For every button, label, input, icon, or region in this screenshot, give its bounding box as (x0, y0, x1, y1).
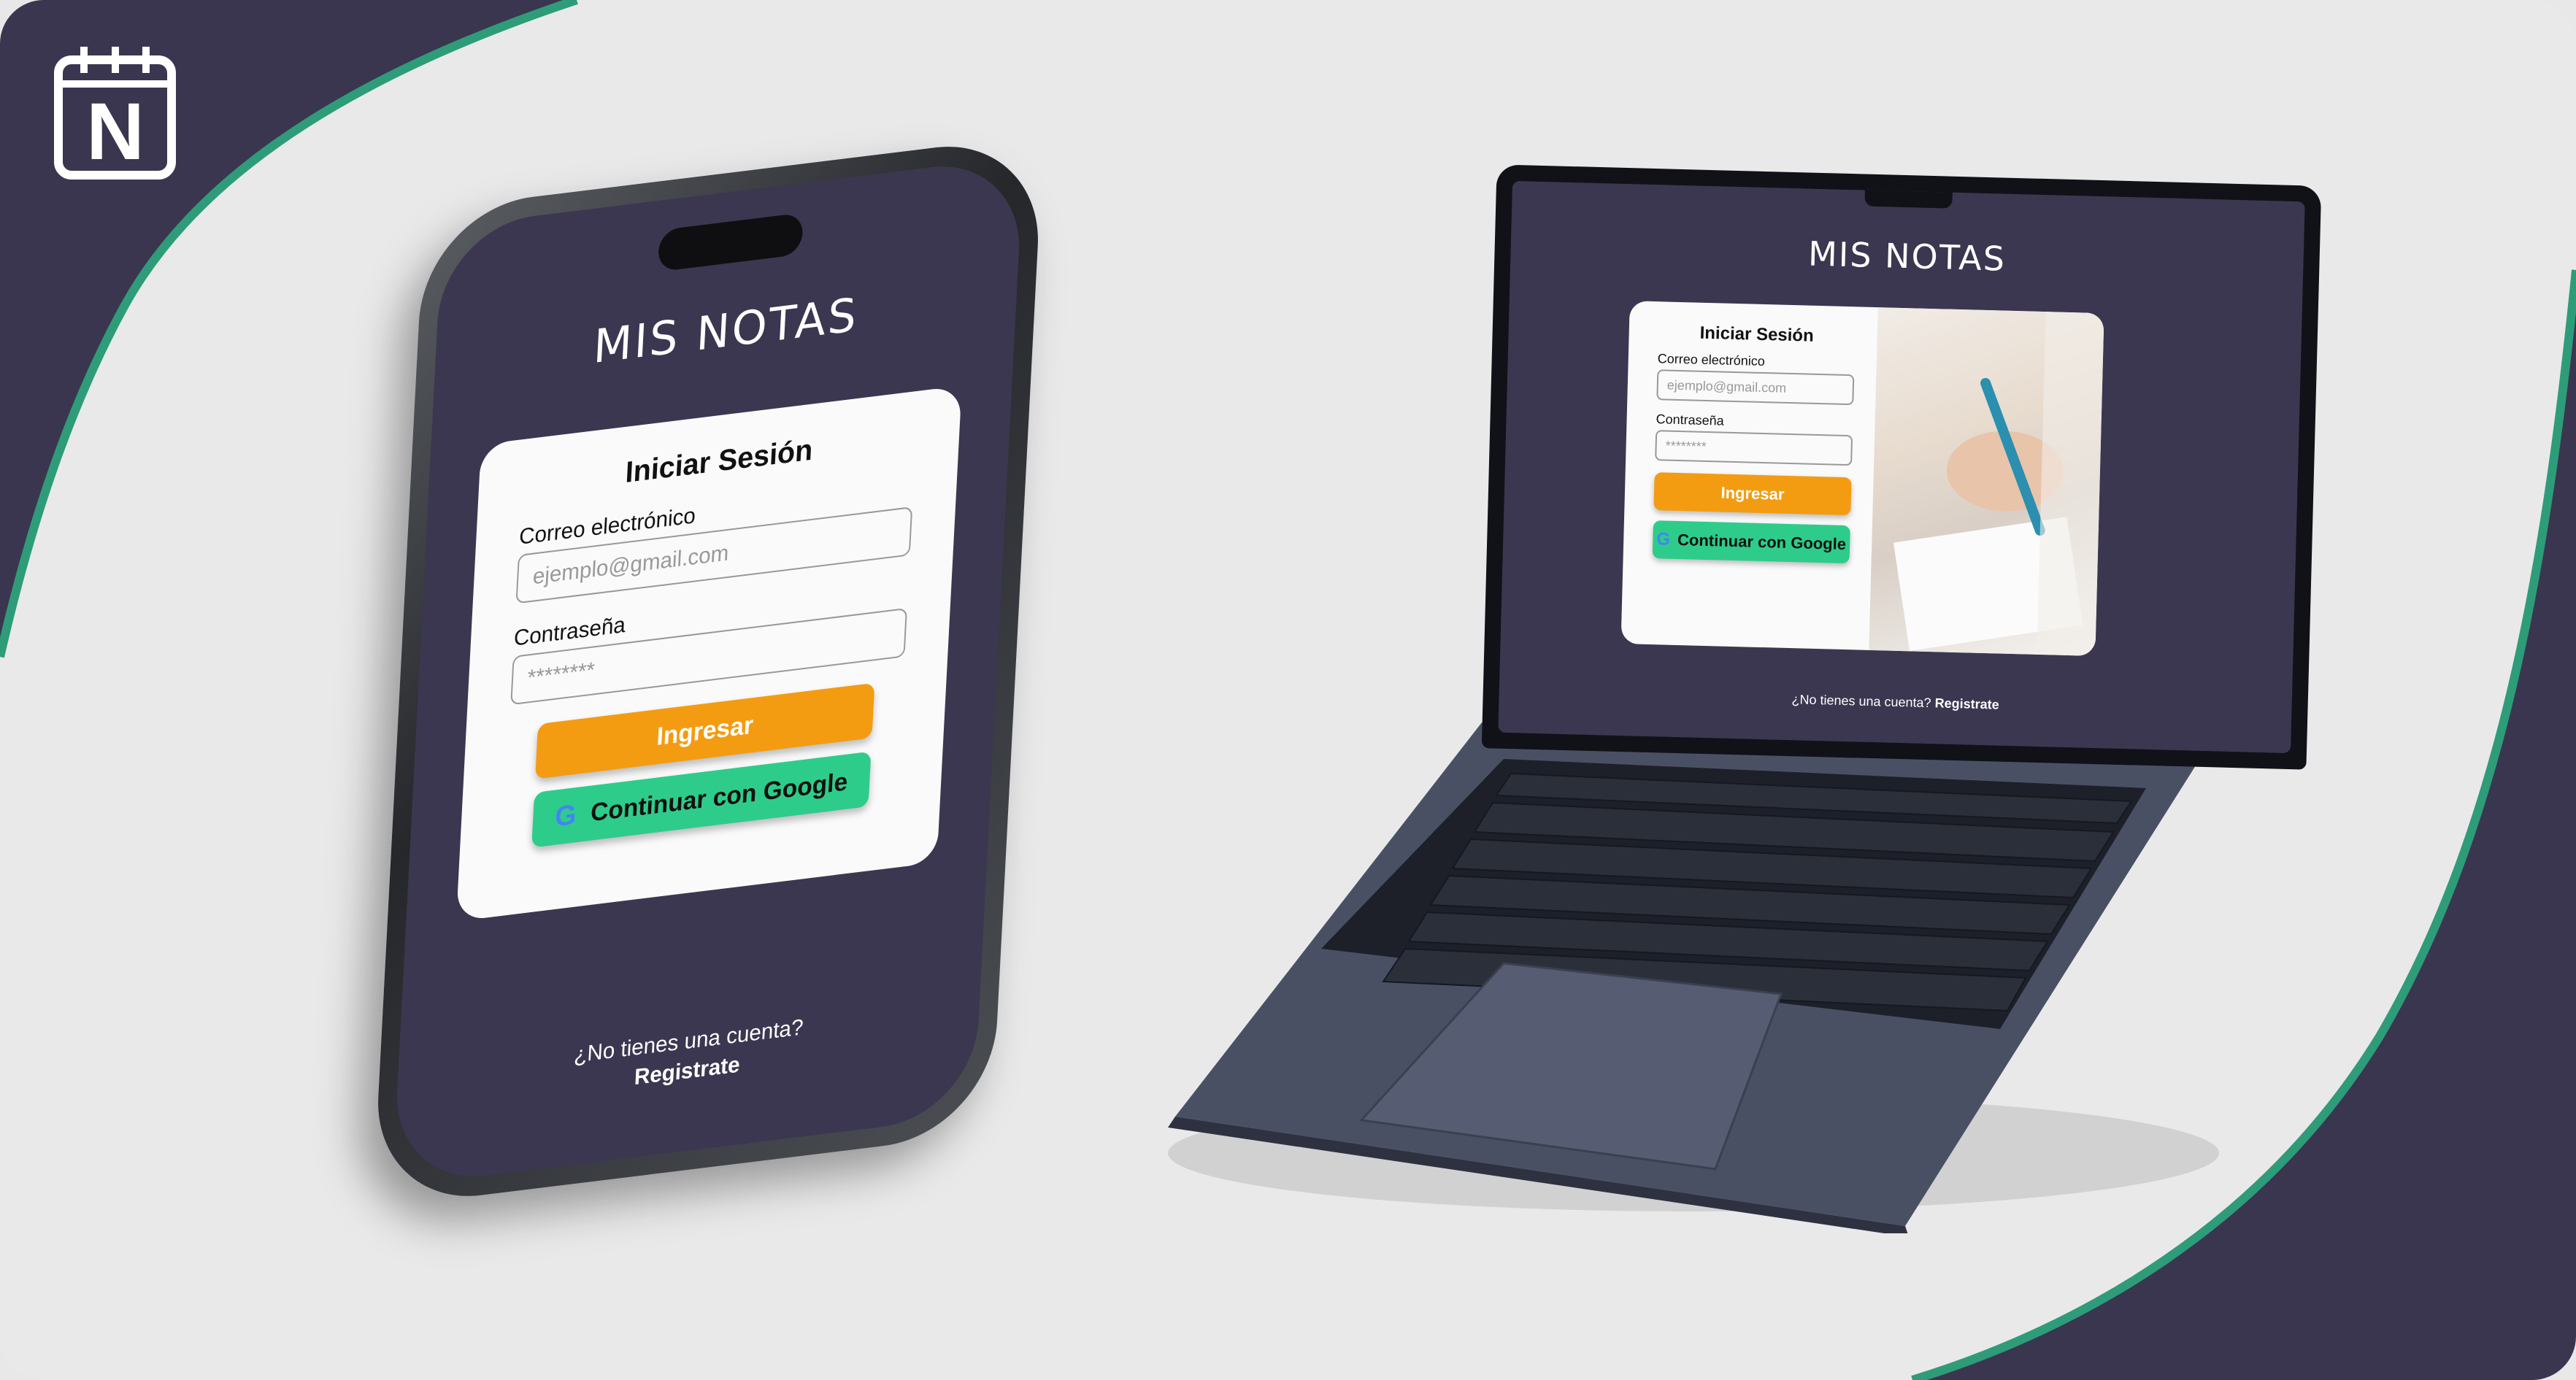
app-title: MIS NOTAS (592, 287, 860, 374)
notebook-calendar-icon: N (54, 47, 176, 180)
promo-canvas: N MIS NOTAS Iniciar Sesión Correo electr… (0, 0, 2576, 1380)
email-label: Correo electrónico (1657, 351, 1766, 369)
laptop-base (1168, 722, 2204, 1233)
login-card: Iniciar Sesión Correo electrónico ejempl… (1620, 301, 2104, 657)
hand-writing-illustration (1893, 312, 2104, 657)
password-label: Contraseña (1656, 412, 1724, 428)
password-field[interactable]: ******** (1655, 430, 1853, 466)
password-placeholder: ******** (1665, 438, 1707, 454)
phone-mockup: MIS NOTAS Iniciar Sesión Correo electrón… (372, 134, 1044, 1209)
submit-label: Ingresar (655, 710, 754, 751)
laptop-screen: MIS NOTAS Iniciar Sesión Correo electrón… (1498, 180, 2305, 754)
google-label: Continuar con Google (590, 767, 849, 828)
email-field[interactable]: ejemplo@gmail.com (1656, 369, 1855, 406)
signup-footer: ¿No tienes una cuenta? Registrate (396, 993, 980, 1119)
laptop-mockup: MIS NOTAS Iniciar Sesión Correo electrón… (1481, 164, 2322, 770)
login-card: Iniciar Sesión Correo electrónico ejempl… (455, 385, 962, 922)
logo-letter: N (86, 87, 144, 177)
email-placeholder: ejemplo@gmail.com (532, 540, 730, 590)
camera-notch (1864, 188, 1953, 209)
app-title: MIS NOTAS (1807, 234, 2007, 279)
login-form: Iniciar Sesión Correo electrónico ejempl… (1621, 301, 1885, 650)
writing-photo (1869, 307, 2104, 657)
phone-screen: MIS NOTAS Iniciar Sesión Correo electrón… (392, 155, 1024, 1187)
google-button[interactable]: G Continuar con Google (1652, 520, 1850, 564)
signup-link[interactable]: Registrate (1934, 695, 1999, 712)
google-label: Continuar con Google (1677, 531, 1847, 554)
google-g-icon: G (1656, 529, 1671, 550)
password-placeholder: ******** (526, 658, 596, 691)
email-placeholder: ejemplo@gmail.com (1666, 377, 1787, 396)
signup-question: ¿No tienes una cuenta? (1791, 692, 1931, 711)
signup-footer: ¿No tienes una cuenta? Registrate (1499, 685, 2291, 720)
google-g-icon: G (554, 798, 577, 833)
submit-button[interactable]: Ingresar (1653, 472, 1852, 516)
submit-label: Ingresar (1720, 483, 1785, 504)
dynamic-island (657, 212, 804, 272)
login-heading: Iniciar Sesión (1699, 323, 1815, 346)
